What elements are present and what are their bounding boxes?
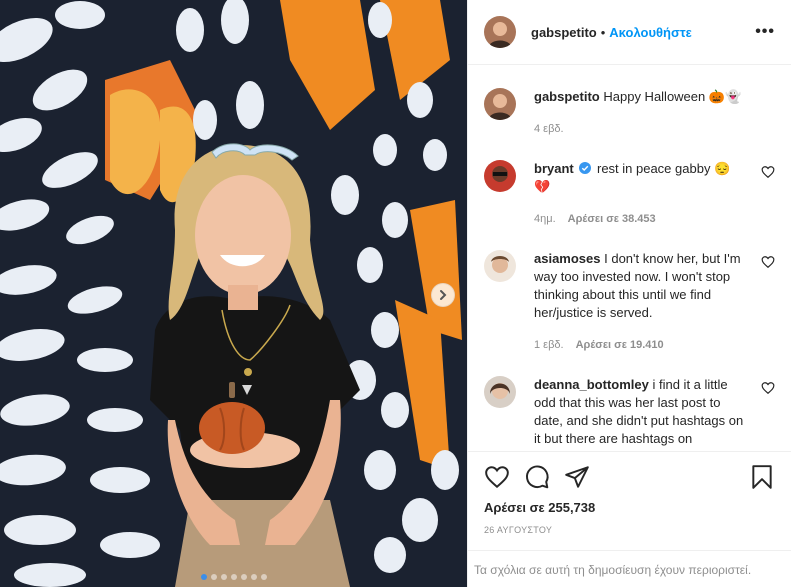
comments-disabled-notice: Τα σχόλια σε αυτή τη δημοσίευση έχουν πε…	[468, 550, 791, 587]
author-avatar[interactable]	[484, 16, 516, 48]
heart-icon[interactable]	[761, 165, 775, 179]
comment-username[interactable]: deanna_bottomley	[534, 377, 649, 392]
likes-count[interactable]: Αρέσει σε 255,738	[484, 500, 775, 515]
carousel-dot	[210, 574, 217, 580]
comment-likes[interactable]: Αρέσει σε 19.410	[576, 336, 664, 354]
share-icon[interactable]	[564, 464, 590, 490]
heart-icon[interactable]	[484, 464, 510, 490]
comment-avatar[interactable]	[484, 160, 516, 192]
carousel-dot	[220, 574, 227, 580]
comment-avatar[interactable]	[484, 376, 516, 408]
caption-avatar[interactable]	[484, 88, 516, 120]
carousel-dot	[230, 574, 237, 580]
follow-button[interactable]: Ακολουθήστε	[609, 25, 692, 40]
carousel-dots	[0, 574, 467, 580]
comment-username[interactable]: bryant	[534, 161, 574, 176]
comment-item: deanna_bottomley i find it a little odd …	[484, 354, 775, 448]
caption-text: Happy Halloween 🎃👻	[603, 89, 742, 104]
post-actions: Αρέσει σε 255,738 26 ΑΥΓΟΥΣΤΟΥ	[468, 451, 791, 535]
heart-icon[interactable]	[761, 381, 775, 395]
next-photo-button[interactable]	[431, 283, 455, 307]
more-icon[interactable]: •••	[755, 23, 775, 41]
post-photo[interactable]	[0, 0, 467, 587]
comment-time[interactable]: 1 εβδ.	[534, 336, 564, 354]
comment-time[interactable]: 4ημ.	[534, 210, 556, 228]
comment-icon[interactable]	[524, 464, 550, 490]
comment-avatar[interactable]	[484, 250, 516, 282]
comments-list[interactable]: gabspetito Happy Halloween 🎃👻 4 εβδ. bry…	[468, 66, 791, 451]
post-date[interactable]: 26 ΑΥΓΟΥΣΤΟΥ	[484, 525, 775, 535]
caption-username[interactable]: gabspetito	[534, 89, 600, 104]
carousel-dot	[240, 574, 247, 580]
photo-image	[0, 0, 467, 587]
comment-item: bryant rest in peace gabby 😔 💔 4ημ. Αρέσ…	[484, 138, 775, 228]
post-header: gabspetito • Ακολουθήστε •••	[468, 0, 791, 65]
chevron-right-icon	[440, 290, 447, 300]
carousel-dot	[200, 574, 207, 580]
header-separator: •	[600, 24, 606, 40]
bookmark-icon[interactable]	[749, 464, 775, 490]
comment-likes[interactable]: Αρέσει σε 38.453	[568, 210, 656, 228]
caption-time[interactable]: 4 εβδ.	[534, 120, 564, 138]
verified-badge-icon	[579, 162, 592, 174]
carousel-dot	[260, 574, 267, 580]
comment-username[interactable]: asiamoses	[534, 251, 601, 266]
carousel-dot	[250, 574, 257, 580]
comment-item: asiamoses I don't know her, but I'm way …	[484, 228, 775, 354]
heart-icon[interactable]	[761, 255, 775, 269]
post-caption: gabspetito Happy Halloween 🎃👻 4 εβδ.	[484, 66, 775, 138]
post-side-panel: gabspetito • Ακολουθήστε ••• gabspetito …	[467, 0, 791, 587]
author-username[interactable]: gabspetito	[531, 25, 597, 40]
